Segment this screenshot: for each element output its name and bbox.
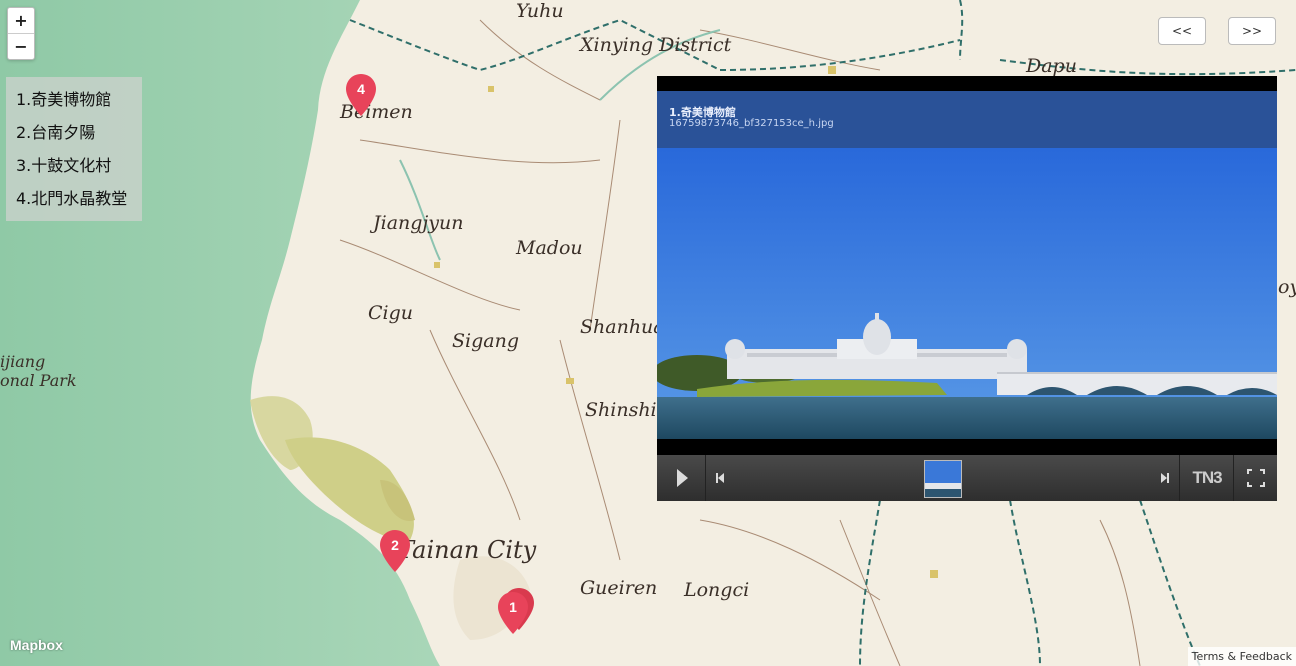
- poi-list: 1.奇美博物館 2.台南夕陽 3.十鼓文化村 4.北門水晶教堂: [6, 77, 142, 221]
- skip-forward-button[interactable]: [1153, 455, 1177, 501]
- place-label: onal Park: [0, 371, 77, 390]
- thumbnail-image: [925, 461, 961, 497]
- poi-list-item[interactable]: 1.奇美博物館: [6, 83, 142, 116]
- photo-slideshow: 1.奇美博物館 16759873746_bf327153ce_h.jpg TN3: [657, 76, 1277, 501]
- place-label: Dapu: [1026, 55, 1077, 77]
- zoom-out-button[interactable]: −: [8, 34, 34, 59]
- fullscreen-icon: [1247, 469, 1265, 487]
- play-button[interactable]: [657, 455, 705, 501]
- next-button[interactable]: >>: [1228, 17, 1276, 45]
- slide-filename: 16759873746_bf327153ce_h.jpg: [669, 118, 834, 129]
- place-label: Cigu: [368, 302, 414, 324]
- mapbox-logo[interactable]: Mapbox: [10, 637, 63, 653]
- place-label: ijiang: [0, 352, 46, 371]
- slideshow-controls: TN3: [657, 455, 1277, 501]
- poi-list-item[interactable]: 3.十鼓文化村: [6, 149, 142, 182]
- place-label: Longci: [684, 579, 750, 601]
- marker-label: 2: [391, 537, 399, 553]
- tn3-logo: TN3: [1192, 468, 1222, 487]
- place-label: Jiangjyun: [373, 212, 464, 234]
- thumbnail[interactable]: [924, 460, 962, 498]
- marker-label: 4: [357, 81, 365, 97]
- place-label: Sigang: [452, 330, 519, 352]
- slide-caption: 1.奇美博物館 16759873746_bf327153ce_h.jpg: [657, 91, 1277, 148]
- prev-button[interactable]: <<: [1158, 17, 1206, 45]
- place-label: Shinshi: [585, 399, 657, 421]
- map-marker[interactable]: 4: [346, 74, 376, 116]
- play-icon: [677, 469, 688, 487]
- map-marker[interactable]: 1: [498, 592, 528, 634]
- poi-list-item[interactable]: 4.北門水晶教堂: [6, 182, 142, 215]
- zoom-in-button[interactable]: +: [8, 8, 34, 34]
- zoom-control: + −: [7, 7, 35, 60]
- fullscreen-button[interactable]: [1235, 455, 1277, 501]
- place-label: Xinying District: [580, 34, 732, 56]
- place-label: Tainan City: [398, 536, 537, 564]
- place-label: Madou: [516, 237, 583, 259]
- skip-back-icon: [716, 473, 724, 483]
- place-label: Yuhu: [516, 0, 564, 22]
- place-label: Gueiren: [580, 577, 658, 599]
- skip-back-button[interactable]: [707, 455, 733, 501]
- place-label: oy: [1278, 276, 1296, 298]
- place-label: Shanhua: [580, 316, 665, 338]
- terms-feedback-link[interactable]: Terms & Feedback: [1187, 647, 1296, 666]
- poi-list-item[interactable]: 2.台南夕陽: [6, 116, 142, 149]
- marker-label: 1: [509, 599, 517, 615]
- skip-forward-icon: [1161, 473, 1169, 483]
- map-marker[interactable]: 2: [380, 530, 410, 572]
